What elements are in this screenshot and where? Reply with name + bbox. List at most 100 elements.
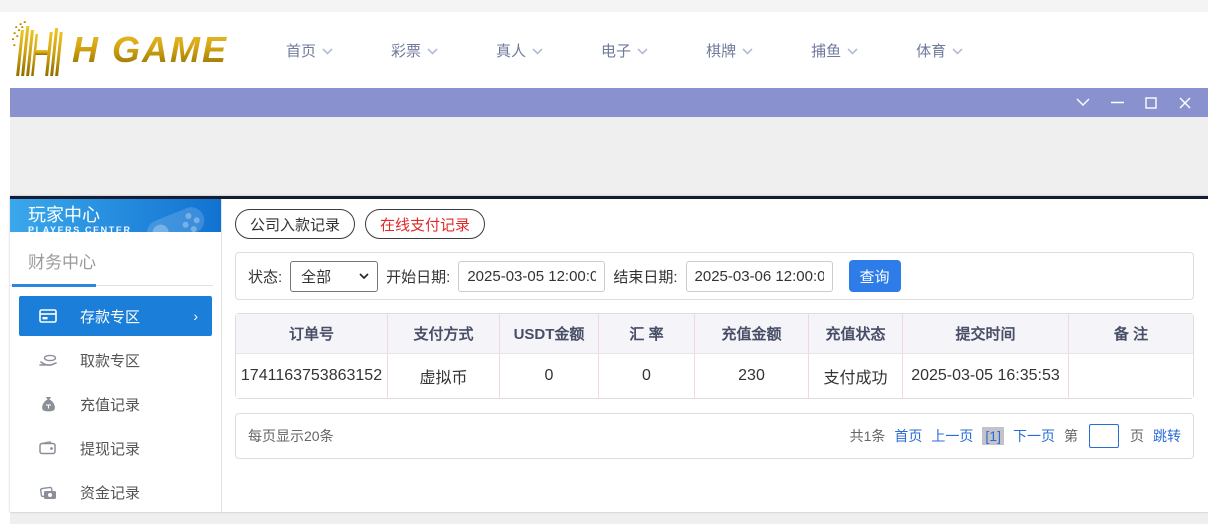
- workspace-background: 玩家中心 PLAYERS CENTER 财务中心 存款专区 › 取款专区 充值记…: [10, 117, 1208, 524]
- start-date-label: 开始日期:: [386, 268, 451, 286]
- coins-bag-icon: [38, 485, 58, 500]
- col-recharge-amount: 充值金额: [695, 314, 809, 354]
- chevron-down-icon: [742, 47, 753, 55]
- nav-item-home[interactable]: 首页: [286, 40, 333, 61]
- chevron-down-icon: [847, 47, 858, 55]
- cell-usdt-amount: 0: [500, 354, 599, 398]
- sidebar-item-withdrawal-records[interactable]: 提现记录: [10, 428, 221, 468]
- withdraw-hand-icon: [38, 353, 58, 368]
- sidebar: 玩家中心 PLAYERS CENTER 财务中心 存款专区 › 取款专区 充值记…: [10, 199, 222, 512]
- sidebar-subtitle: PLAYERS CENTER: [28, 225, 132, 232]
- jump-action-link[interactable]: 跳转: [1153, 426, 1181, 446]
- tab-online-payment-records[interactable]: 在线支付记录: [365, 209, 486, 239]
- logo[interactable]: H GAME: [8, 20, 228, 80]
- wallet-icon: [38, 441, 58, 455]
- chevron-right-icon: ›: [193, 308, 198, 324]
- sidebar-item-withdraw[interactable]: 取款专区: [10, 340, 221, 380]
- sidebar-section-finance: 财务中心: [10, 232, 213, 287]
- end-date-label: 结束日期:: [613, 268, 678, 286]
- end-date-input[interactable]: [685, 260, 833, 292]
- cell-order-number: 1741163753863152: [236, 354, 388, 398]
- nav-label: 捕鱼: [811, 42, 842, 60]
- nav-label: 棋牌: [706, 42, 737, 60]
- cell-recharge-amount: 230: [695, 354, 809, 398]
- first-page-link[interactable]: 首页: [894, 426, 922, 446]
- current-page-indicator: [1]: [982, 427, 1004, 445]
- nav-item-slots[interactable]: 电子: [601, 40, 648, 61]
- payment-records-table: 订单号 支付方式 USDT金额 汇 率 充值金额 充值状态 提交时间 备 注 1…: [235, 313, 1194, 399]
- start-date-input[interactable]: [458, 260, 606, 292]
- col-exchange-rate: 汇 率: [599, 314, 695, 354]
- nav-label: 真人: [496, 42, 527, 60]
- query-button[interactable]: 查询: [848, 260, 901, 292]
- cell-exchange-rate: 0: [599, 354, 695, 398]
- nav-label: 首页: [286, 42, 317, 60]
- sidebar-item-recharge-records[interactable]: 充值记录: [10, 384, 221, 424]
- chevron-down-icon: [359, 273, 369, 279]
- sidebar-menu: 存款专区 › 取款专区 充值记录 提现记录 资金记录: [10, 296, 221, 512]
- player-center-window: 玩家中心 PLAYERS CENTER 财务中心 存款专区 › 取款专区 充值记…: [10, 196, 1208, 512]
- jump-page-input[interactable]: [1089, 424, 1119, 448]
- minimize-icon[interactable]: [1110, 96, 1124, 110]
- sidebar-item-deposit[interactable]: 存款专区 ›: [19, 296, 212, 336]
- status-select[interactable]: 全部: [290, 260, 379, 292]
- total-count-text: 共1条: [849, 428, 886, 444]
- page-size-text: 每页显示20条: [248, 428, 334, 444]
- nav-item-sports[interactable]: 体育: [916, 40, 963, 61]
- site-header: H GAME 首页 彩票 真人 电子 棋牌 捕鱼 体育: [0, 12, 1208, 88]
- deposit-card-icon: [38, 308, 58, 324]
- nav-label: 体育: [916, 42, 947, 60]
- sidebar-item-label: 提现记录: [80, 440, 141, 458]
- prev-page-link[interactable]: 上一页: [931, 426, 973, 446]
- moneybag-icon: [38, 396, 58, 413]
- record-tabs: 公司入款记录 在线支付记录: [235, 209, 1194, 239]
- nav-label: 彩票: [391, 42, 422, 60]
- table-header: 订单号 支付方式 USDT金额 汇 率 充值金额 充值状态 提交时间 备 注: [236, 314, 1193, 354]
- col-remark: 备 注: [1069, 314, 1193, 354]
- content-area: 公司入款记录 在线支付记录 状态: 全部 开始日期: 结束日期: 查询: [222, 199, 1208, 512]
- nav-label: 电子: [601, 42, 632, 60]
- chevron-down-icon: [532, 47, 543, 55]
- col-submit-time: 提交时间: [903, 314, 1069, 354]
- pagination-controls: 共1条 首页 上一页 [1] 下一页 第 页 跳转: [850, 424, 1181, 448]
- col-usdt-amount: USDT金额: [500, 314, 599, 354]
- collapse-chevron-icon[interactable]: [1076, 96, 1090, 110]
- chevron-down-icon: [952, 47, 963, 55]
- next-page-link[interactable]: 下一页: [1013, 426, 1055, 446]
- chevron-down-icon: [427, 47, 438, 55]
- window-titlebar[interactable]: [10, 88, 1208, 117]
- page-top-strip: [0, 0, 1208, 12]
- pagination-bar: 每页显示20条 共1条 首页 上一页 [1] 下一页 第 页 跳转: [235, 413, 1194, 459]
- sidebar-item-label: 资金记录: [80, 484, 141, 502]
- sidebar-item-label: 存款专区: [80, 308, 141, 326]
- nav-item-lottery[interactable]: 彩票: [391, 40, 438, 61]
- cell-submit-time: 2025-03-05 16:35:53: [903, 354, 1069, 398]
- chevron-down-icon: [637, 47, 648, 55]
- logo-h-bars-icon: [11, 21, 63, 76]
- main-nav: 首页 彩票 真人 电子 棋牌 捕鱼 体育: [286, 40, 963, 61]
- nav-item-chess[interactable]: 棋牌: [706, 40, 753, 61]
- col-order-number: 订单号: [236, 314, 388, 354]
- sidebar-header: 玩家中心 PLAYERS CENTER: [10, 199, 221, 232]
- filter-bar: 状态: 全部 开始日期: 结束日期: 查询: [235, 252, 1194, 300]
- jump-suffix-label: 页: [1130, 428, 1144, 444]
- nav-item-fishing[interactable]: 捕鱼: [811, 40, 858, 61]
- cell-remark: [1069, 354, 1193, 398]
- cell-recharge-status: 支付成功: [809, 354, 903, 398]
- col-payment-method: 支付方式: [388, 314, 500, 354]
- jump-prefix-label: 第: [1064, 428, 1078, 444]
- sidebar-item-label: 充值记录: [80, 396, 141, 414]
- cell-payment-method: 虚拟币: [388, 354, 500, 398]
- logo-text: H GAME: [72, 29, 228, 70]
- status-select-value: 全部: [301, 268, 332, 286]
- status-label: 状态:: [248, 268, 283, 286]
- sidebar-item-label: 取款专区: [80, 352, 141, 370]
- close-icon[interactable]: [1178, 96, 1192, 110]
- nav-item-live[interactable]: 真人: [496, 40, 543, 61]
- col-recharge-status: 充值状态: [809, 314, 903, 354]
- tab-company-deposit-records[interactable]: 公司入款记录: [235, 209, 356, 239]
- table-row: 1741163753863152 虚拟币 0 0 230 支付成功 2025-0…: [236, 354, 1193, 398]
- sidebar-item-funds-records[interactable]: 资金记录: [10, 472, 221, 512]
- chevron-down-icon: [322, 47, 333, 55]
- maximize-icon[interactable]: [1144, 96, 1158, 110]
